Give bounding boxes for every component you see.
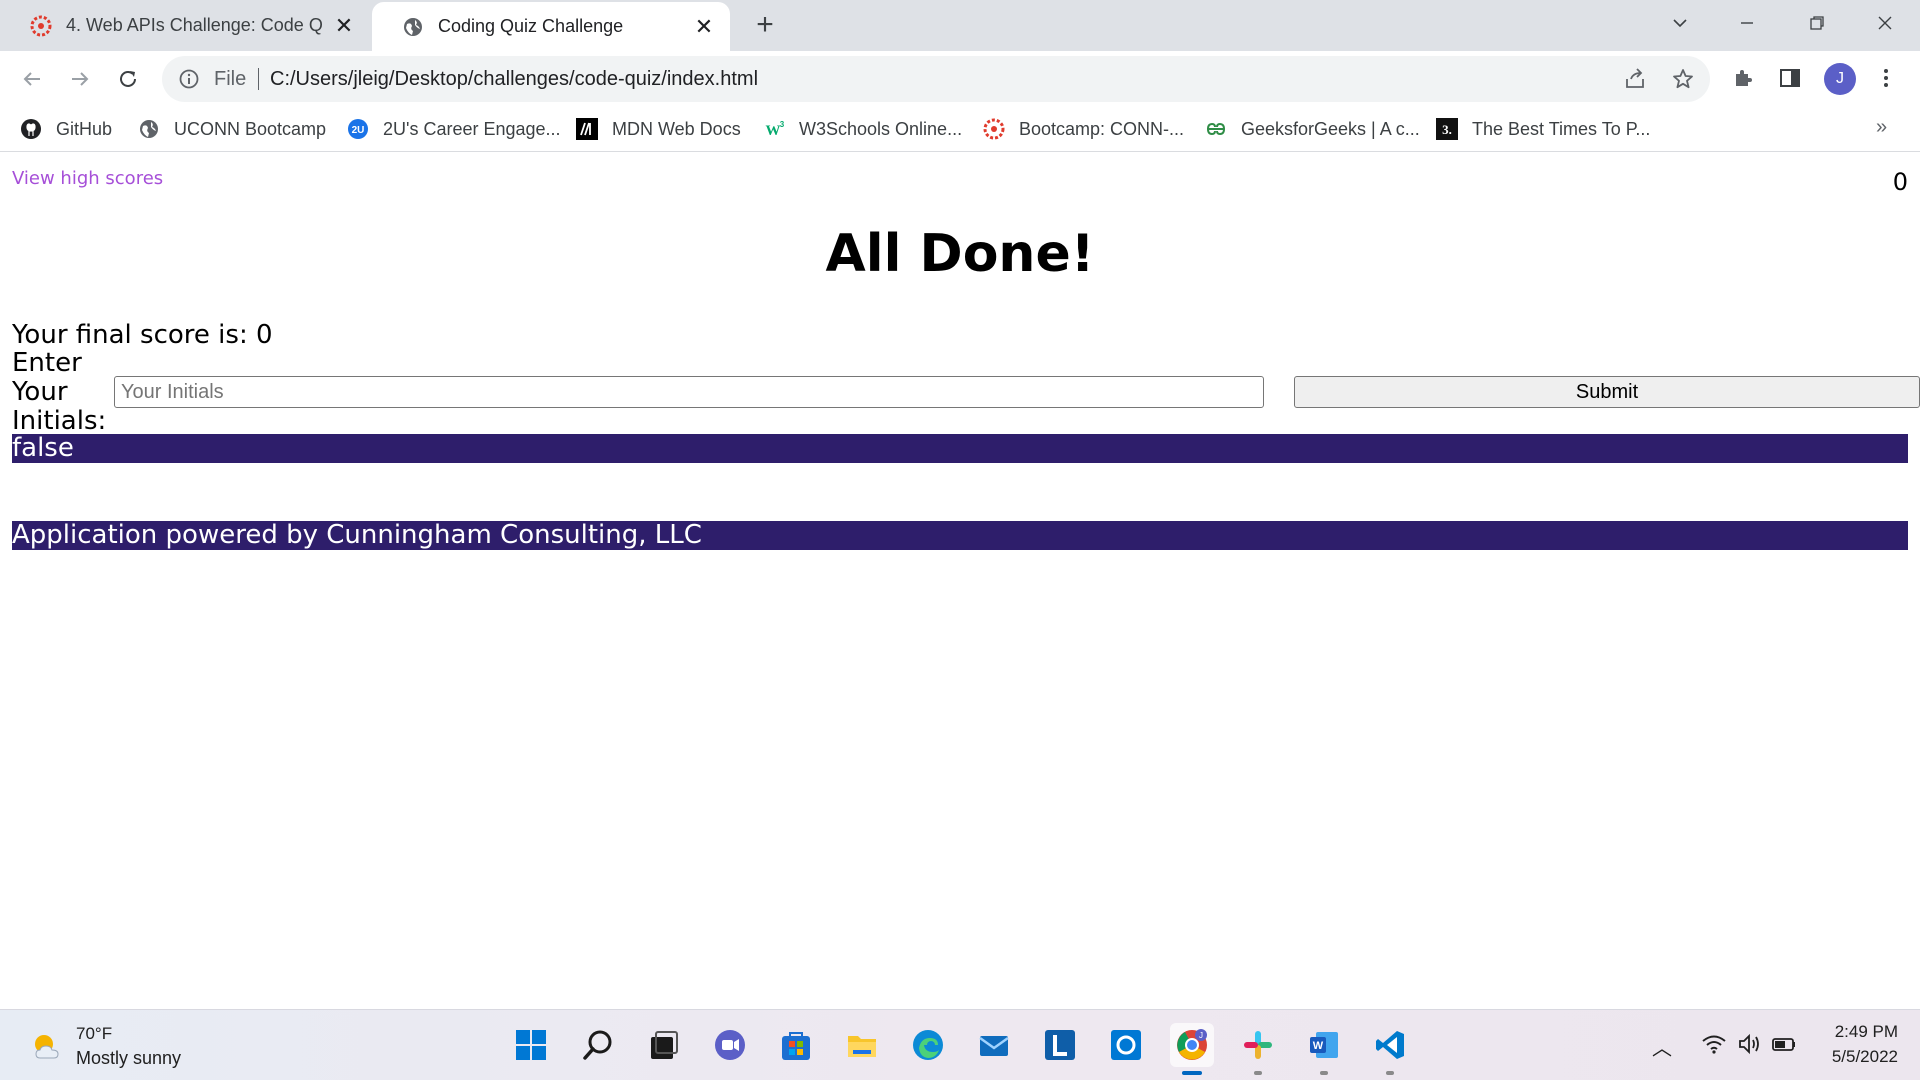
windows-taskbar: 70°F Mostly sunny J W ︿ 2:49 PM 5/5/2022 [0, 1009, 1920, 1080]
bookmark-2u-career[interactable]: 2U 2U's Career Engage... [347, 114, 561, 144]
initials-input[interactable] [114, 376, 1264, 408]
footer-bar: Application powered by Cunningham Consul… [12, 521, 1908, 550]
page-content: View high scores 0 All Done! Your final … [0, 152, 1920, 1009]
svg-text:3: 3 [780, 120, 785, 129]
new-tab-button[interactable]: + [748, 8, 782, 42]
submit-button[interactable]: Submit [1294, 376, 1920, 408]
bookmark-label: UCONN Bootcamp [174, 118, 327, 139]
word-icon[interactable]: W [1302, 1023, 1346, 1075]
bookmark-label: GeeksforGeeks | A c... [1241, 118, 1420, 139]
show-hidden-icons-chevron-icon[interactable]: ︿ [1652, 1032, 1672, 1061]
restore-icon[interactable] [1782, 0, 1852, 45]
bookmark-geeksforgeeks[interactable]: GeeksforGeeks | A c... [1205, 114, 1420, 144]
l-app-icon[interactable] [1038, 1023, 1082, 1067]
share-icon[interactable] [1622, 66, 1648, 92]
bookmark-star-icon[interactable] [1670, 66, 1696, 92]
side-panel-icon[interactable] [1773, 61, 1807, 95]
clock-time[interactable]: 2:49 PM [1835, 1022, 1898, 1042]
edge-icon[interactable] [906, 1023, 950, 1067]
url-text[interactable]: C:/Users/jleig/Desktop/challenges/code-q… [270, 56, 758, 102]
w3schools-icon: W3 [763, 118, 785, 140]
bookmark-label: W3Schools Online... [799, 118, 963, 139]
address-bar[interactable]: File C:/Users/jleig/Desktop/challenges/c… [162, 56, 1710, 102]
weather-sun-cloud-icon[interactable] [30, 1030, 64, 1064]
canvas-icon [30, 15, 52, 37]
microsoft-store-icon[interactable] [774, 1023, 818, 1067]
weather-temperature[interactable]: 70°F [76, 1024, 112, 1044]
tab-title: 4. Web APIs Challenge: Code Qui [66, 15, 322, 35]
bookmark-label: Bootcamp: CONN-... [1019, 118, 1185, 139]
teams-chat-icon[interactable] [708, 1023, 752, 1067]
close-tab-icon[interactable]: ✕ [330, 12, 358, 40]
clock-date[interactable]: 5/5/2022 [1832, 1047, 1898, 1067]
site-info-icon[interactable] [178, 68, 200, 90]
view-high-scores-link[interactable]: View high scores [12, 168, 163, 189]
globe-icon [138, 118, 160, 140]
bookmark-w3schools[interactable]: W3 W3Schools Online... [763, 114, 963, 144]
bookmark-uconn-bootcamp[interactable]: UCONN Bootcamp [138, 114, 326, 144]
forward-icon[interactable] [61, 60, 99, 98]
bookmark-github[interactable]: GitHub [20, 114, 112, 144]
github-icon [20, 118, 42, 140]
chrome-icon[interactable]: J [1170, 1023, 1214, 1075]
bookmark-best-times[interactable]: 3. The Best Times To P... [1436, 114, 1650, 144]
wifi-icon[interactable] [1700, 1030, 1728, 1058]
volume-icon[interactable] [1736, 1030, 1764, 1058]
file-explorer-icon[interactable] [840, 1023, 884, 1067]
bookmark-mdn[interactable]: MDN Web Docs [576, 114, 741, 144]
bookmark-label: GitHub [56, 118, 113, 139]
active-indicator [1182, 1071, 1202, 1075]
svg-text:2U: 2U [352, 125, 365, 136]
tab-web-apis-challenge[interactable]: 4. Web APIs Challenge: Code Qui ✕ [0, 0, 370, 51]
bookmark-bootcamp-conn[interactable]: Bootcamp: CONN-... [983, 114, 1184, 144]
omnibox-divider [258, 68, 259, 90]
tab-search-chevron-icon[interactable] [1645, 0, 1715, 45]
search-icon[interactable] [576, 1023, 620, 1067]
kebab-menu-icon[interactable] [1869, 61, 1903, 95]
geeksforgeeks-icon [1205, 118, 1227, 140]
running-indicator [1320, 1071, 1328, 1075]
slack-icon[interactable] [1236, 1023, 1280, 1075]
reload-icon[interactable] [109, 60, 147, 98]
running-indicator [1254, 1071, 1262, 1075]
profile-avatar[interactable]: J [1824, 63, 1856, 95]
bookmarks-overflow-icon[interactable]: » [1876, 116, 1887, 139]
final-score-text: Your final score is: 0 [12, 320, 273, 350]
bookmark-label: MDN Web Docs [612, 118, 741, 139]
browser-toolbar: File C:/Users/jleig/Desktop/challenges/c… [0, 51, 1920, 106]
close-tab-icon[interactable]: ✕ [690, 13, 718, 41]
canvas-icon [983, 118, 1005, 140]
close-window-icon[interactable] [1850, 0, 1920, 45]
svg-text:3.: 3. [1442, 122, 1452, 137]
scheme-label: File [214, 68, 247, 90]
timer-value: 0 [1892, 168, 1908, 196]
svg-text:W: W [766, 123, 781, 139]
weather-description[interactable]: Mostly sunny [76, 1048, 181, 1069]
vscode-icon[interactable] [1368, 1023, 1412, 1075]
bookmark-label: The Best Times To P... [1472, 118, 1651, 139]
2u-icon: 2U [347, 118, 369, 140]
initials-label: Enter Your Initials: [12, 348, 107, 436]
task-view-icon[interactable] [642, 1023, 686, 1067]
page-title: All Done! [825, 224, 1095, 284]
minimize-icon[interactable] [1712, 0, 1782, 45]
back-icon[interactable] [13, 60, 51, 98]
globe-icon [402, 16, 424, 38]
answer-result-bar: false [12, 434, 1908, 463]
bookmark-label: 2U's Career Engage... [383, 118, 561, 139]
tab-title: Coding Quiz Challenge [438, 16, 624, 36]
mail-icon[interactable] [972, 1023, 1016, 1067]
running-indicator [1386, 1071, 1394, 1075]
bookmark-b-icon: 3. [1436, 118, 1458, 140]
cortana-icon[interactable] [1104, 1023, 1148, 1067]
mdn-icon [576, 118, 598, 140]
svg-text:J: J [1199, 1031, 1203, 1040]
windows-start-icon[interactable] [509, 1023, 553, 1067]
tab-coding-quiz-challenge[interactable]: Coding Quiz Challenge ✕ [372, 2, 730, 51]
battery-icon[interactable] [1770, 1030, 1798, 1058]
tab-strip: 4. Web APIs Challenge: Code Qui ✕ Coding… [0, 0, 1920, 51]
bookmarks-bar: GitHub UCONN Bootcamp 2U 2U's Career Eng… [0, 106, 1920, 152]
svg-text:W: W [1313, 1040, 1324, 1052]
extensions-puzzle-icon[interactable] [1726, 61, 1760, 95]
